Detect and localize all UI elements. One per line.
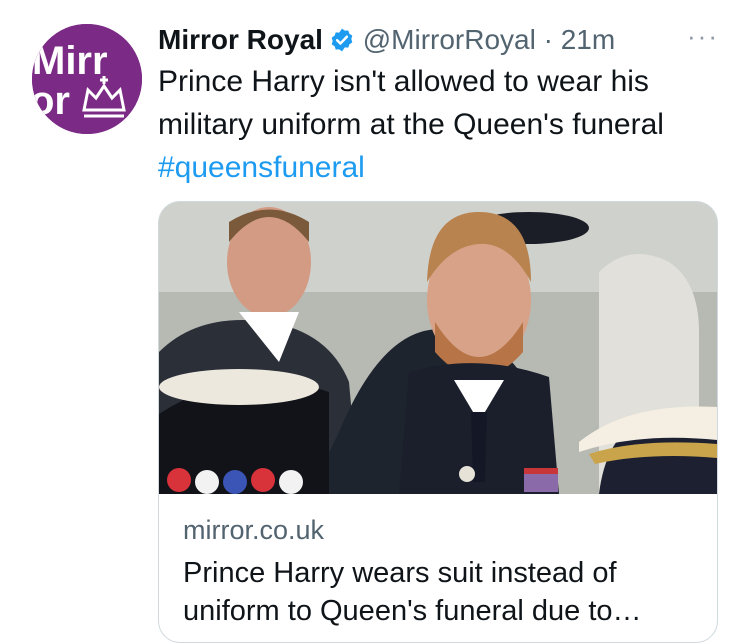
avatar[interactable]: Mirr or — [32, 24, 142, 134]
separator: · — [543, 24, 553, 55]
handle[interactable]: @MirrorRoyal — [363, 24, 536, 55]
tweet-body: Prince Harry isn't allowed to wear his m… — [158, 65, 664, 141]
display-name[interactable]: Mirror Royal — [158, 24, 323, 55]
tweet-header: Mirror Royal @MirrorRoyal · 21m ··· — [158, 20, 719, 60]
more-options-icon[interactable]: ··· — [687, 16, 719, 56]
link-card[interactable]: mirror.co.uk Prince Harry wears suit ins… — [158, 201, 718, 643]
card-domain: mirror.co.uk — [183, 515, 325, 545]
tweet-text: Prince Harry isn't allowed to wear his m… — [158, 60, 728, 189]
card-title[interactable]: Prince Harry wears suit instead of unifo… — [183, 554, 703, 630]
article-photo — [159, 202, 717, 494]
timestamp[interactable]: 21m — [561, 24, 615, 55]
hashtag-link[interactable]: #queensfuneral — [158, 146, 728, 189]
mirror-logo: Mirr or — [32, 24, 142, 134]
avatar-text-top: Mirr — [32, 39, 108, 83]
verified-badge-icon — [329, 24, 355, 64]
avatar-text-bottom: or — [32, 79, 70, 123]
